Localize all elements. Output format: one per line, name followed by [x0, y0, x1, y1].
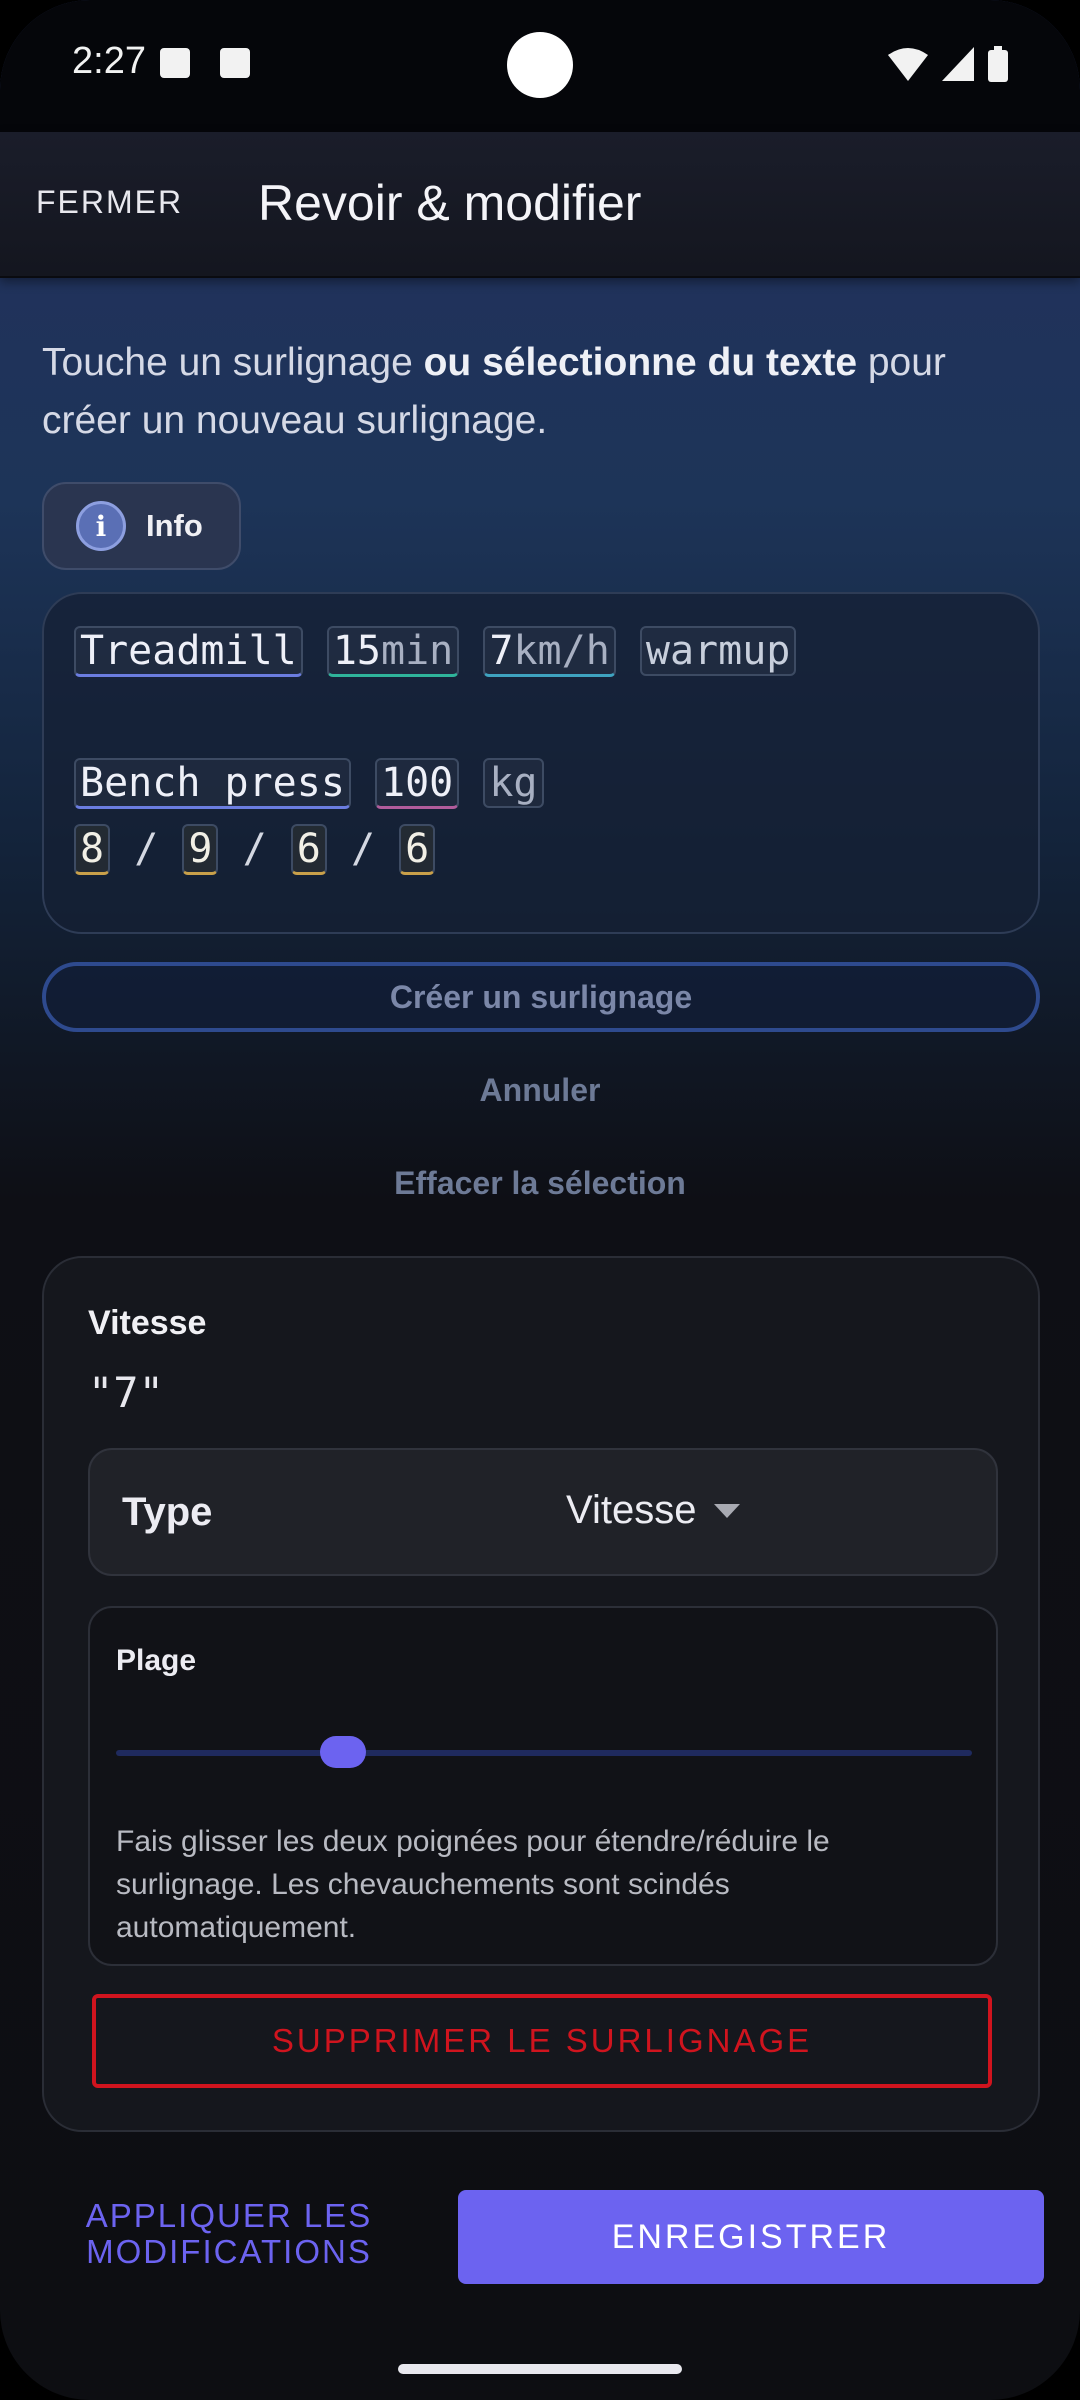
status-time: 2:27 — [72, 40, 146, 82]
highlight-note[interactable]: warmup — [639, 626, 797, 676]
rep-separator: / — [350, 826, 376, 872]
clear-selection-button[interactable]: Effacer la sélection — [0, 1165, 1080, 1202]
highlight-text-area[interactable]: Treadmill 15min 7km/h warmup Bench press… — [42, 592, 1040, 934]
range-section: Plage Fais glisser les deux poignées pou… — [88, 1606, 998, 1966]
highlight-weight[interactable]: 100 — [375, 758, 460, 809]
status-bar: 2:27 — [0, 0, 1080, 132]
highlight-rep-4[interactable]: 6 — [399, 824, 436, 875]
highlight-exercise[interactable]: Treadmill — [74, 626, 303, 677]
accessibility-icon — [160, 48, 190, 78]
text-line-1: Treadmill 15min 7km/h warmup — [74, 624, 797, 680]
sd-card-icon — [220, 48, 250, 78]
highlight-rep-2[interactable]: 9 — [182, 824, 219, 875]
range-label: Plage — [116, 1644, 197, 1677]
signal-icon — [942, 47, 974, 81]
range-slider-handle[interactable] — [319, 1736, 366, 1768]
type-dropdown[interactable]: Type Vitesse — [88, 1448, 998, 1576]
text-line-2: Bench press 100 kg — [74, 756, 544, 812]
detail-value: "7" — [88, 1368, 164, 1417]
range-slider-track[interactable] — [116, 1736, 972, 1768]
type-label: Type — [122, 1490, 213, 1534]
system-icons — [888, 46, 1008, 82]
highlight-weight-unit[interactable]: kg — [483, 758, 544, 808]
type-select-value[interactable]: Vitesse — [566, 1488, 741, 1533]
wifi-icon — [888, 48, 928, 81]
instructions-part1: Touche un surlignage — [42, 341, 424, 384]
speed-unit: km/h — [513, 628, 610, 674]
app-bar: FERMER Revoir & modifier — [0, 132, 1080, 278]
rep-separator: / — [134, 826, 159, 872]
instructions-bold: ou sélectionne du texte — [423, 341, 858, 384]
range-help-text: Fais glisser les deux poignées pour éten… — [116, 1825, 830, 1944]
info-button[interactable]: i Info — [42, 482, 241, 570]
instructions-text: Touche un surlignage ou sélectionne du t… — [42, 334, 1042, 450]
detail-title: Vitesse — [88, 1304, 207, 1342]
cancel-button[interactable]: Annuler — [0, 1072, 1080, 1109]
home-indicator[interactable] — [398, 2364, 682, 2374]
highlight-speed[interactable]: 7km/h — [483, 626, 616, 677]
dropdown-caret-icon — [714, 1503, 741, 1518]
highlight-rep-3[interactable]: 6 — [290, 824, 327, 875]
highlight-rep-1[interactable]: 8 — [74, 824, 111, 875]
type-selected-value: Vitesse — [566, 1488, 697, 1532]
save-button[interactable]: ENREGISTRER — [458, 2190, 1044, 2284]
highlight-detail-card: Vitesse "7" Type Vitesse Plage Fais glis… — [42, 1256, 1040, 2132]
duration-number: 15 — [332, 628, 382, 674]
duration-unit: min — [381, 628, 454, 674]
apply-changes-button[interactable]: APPLIQUER LES MODIFICATIONS — [48, 2198, 410, 2270]
info-icon: i — [76, 501, 126, 551]
screen: 2:27 FERMER Revoir & modifier Touche un … — [0, 0, 1080, 2400]
info-label: Info — [146, 508, 203, 543]
text-line-3: 8 / 9 / 6 / 6 — [74, 822, 436, 878]
speed-number: 7 — [489, 628, 514, 674]
battery-icon — [988, 46, 1008, 82]
highlight-duration[interactable]: 15min — [326, 626, 460, 677]
create-highlight-button[interactable]: Créer un surlignage — [42, 962, 1040, 1032]
camera-cutout — [507, 32, 573, 98]
highlight-exercise-2[interactable]: Bench press — [74, 758, 351, 809]
delete-highlight-button[interactable]: SUPPRIMER LE SURLIGNAGE — [92, 1994, 992, 2088]
page-title: Revoir & modifier — [258, 175, 642, 231]
close-button[interactable]: FERMER — [36, 184, 183, 221]
rep-separator: / — [242, 826, 267, 872]
